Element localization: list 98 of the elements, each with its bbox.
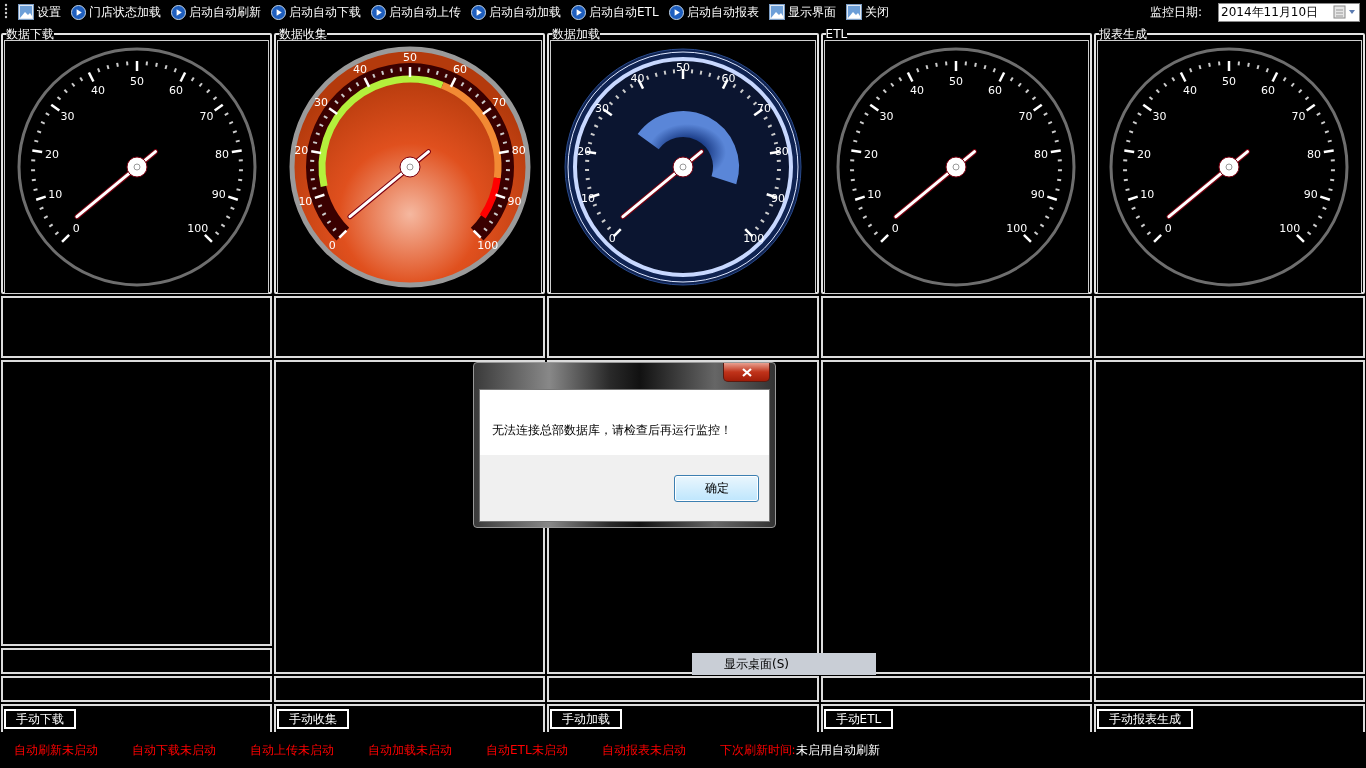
needle-icon [347, 149, 431, 220]
scale-label: 50 [949, 75, 964, 88]
ok-button[interactable]: 确定 [674, 474, 759, 502]
toolbar-button[interactable]: 启动自动下载 [271, 3, 361, 21]
scale-label: 80 [774, 145, 789, 159]
scale-label: 90 [211, 187, 226, 201]
manual-button[interactable]: 手动收集 [277, 709, 350, 729]
scale-label: 60 [168, 84, 183, 98]
grip-icon[interactable] [4, 3, 8, 21]
scale-label: 50 [1222, 75, 1237, 88]
scale-label: 30 [879, 110, 894, 124]
scale-label: 90 [1304, 187, 1319, 201]
scale-label: 40 [352, 63, 367, 76]
toolbar-button[interactable]: 启动自动刷新 [171, 3, 261, 21]
manual-button[interactable]: 手动加载 [550, 709, 623, 729]
scale-label: 0 [891, 221, 899, 235]
needle-icon [74, 149, 158, 220]
play-icon [668, 4, 684, 20]
scale-label: 20 [864, 147, 879, 161]
scale-label: 60 [988, 84, 1003, 98]
scale-label: 30 [60, 110, 74, 124]
play-icon [71, 4, 86, 20]
scale-label: 30 [1152, 110, 1167, 124]
scale-label: 20 [294, 143, 309, 157]
panel-title: ETL [825, 28, 848, 40]
picture-icon [845, 4, 862, 20]
scale-label: 90 [1031, 187, 1045, 201]
scale-label: 50 [402, 51, 417, 64]
toolbar-button[interactable]: 启动自动上传 [371, 3, 461, 21]
scale-label: 50 [676, 61, 690, 74]
panel-title: 数据加载 [552, 28, 601, 40]
scale-label: 80 [1307, 147, 1322, 161]
needle-icon [620, 149, 704, 220]
picture-icon [18, 4, 34, 20]
status-text: 自动加载未启动 [368, 741, 452, 759]
scale-label: 60 [452, 63, 467, 76]
scale-label: 0 [328, 238, 336, 252]
scale-label: 30 [313, 96, 328, 110]
scale-label: 40 [910, 84, 925, 98]
scale-label: 40 [1183, 84, 1198, 98]
scale-label: 40 [90, 84, 105, 98]
toolbar-button[interactable]: 显示界面 [768, 3, 836, 21]
manual-button[interactable]: 手动ETL [823, 709, 894, 729]
dialog-message: 无法连接总部数据库，请检查后再运行监控！ [491, 422, 733, 439]
play-icon [171, 4, 186, 20]
manual-button[interactable]: 手动报表生成 [1096, 709, 1193, 729]
close-icon [741, 367, 752, 377]
scale-label: 20 [44, 147, 59, 161]
status-text: 自动上传未启动 [250, 741, 334, 759]
scale-label: 70 [1291, 110, 1306, 124]
status-text: 自动下载未启动 [132, 741, 216, 759]
panel-title: 报表生成 [1098, 28, 1147, 40]
manual-button[interactable]: 手动下载 [4, 709, 76, 729]
scale-label: 60 [1261, 84, 1276, 98]
scale-label: 50 [129, 75, 144, 88]
close-button[interactable] [723, 363, 770, 382]
scale-label: 10 [867, 187, 882, 201]
scale-label: 40 [630, 71, 645, 85]
scale-label: 100 [1006, 221, 1028, 235]
scale-label: 80 [1034, 147, 1049, 161]
scale-label: 70 [1018, 110, 1033, 124]
scale-label: 100 [1279, 221, 1301, 235]
scale-label: 10 [47, 187, 62, 201]
scale-label: 0 [1165, 221, 1173, 235]
scale-label: 10 [1140, 187, 1155, 201]
picture-icon [768, 4, 785, 20]
date-field[interactable]: 2014年11月10日 [1218, 2, 1360, 22]
scale-label: 20 [1137, 147, 1152, 161]
panel-title: 数据收集 [279, 28, 328, 40]
panel-title: 数据下载 [6, 28, 54, 40]
toolbar-button[interactable]: 启动自动加载 [471, 3, 561, 21]
toolbar-button[interactable]: 设置 [18, 3, 61, 21]
scale-label: 80 [214, 147, 229, 161]
toolbar-button[interactable]: 门店状态加载 [71, 3, 161, 21]
date-label: 监控日期: [1149, 3, 1202, 21]
needle-icon [893, 149, 978, 220]
status-text: 自动刷新未启动 [14, 741, 98, 759]
status-text: 自动报表未启动 [601, 741, 686, 759]
play-icon [371, 4, 386, 20]
scale-label: 0 [608, 231, 616, 245]
scale-label: 0 [72, 221, 80, 235]
play-icon [271, 4, 286, 20]
play-icon [571, 4, 586, 20]
play-icon [471, 4, 486, 20]
toolbar-button[interactable]: 启动自动ETL [571, 3, 659, 21]
scale-label: 70 [491, 96, 506, 110]
toolbar-button[interactable]: 关闭 [845, 3, 889, 21]
scale-label: 90 [507, 195, 522, 208]
toolbar-button[interactable]: 启动自动报表 [668, 3, 759, 21]
status-text: 自动ETL未启动 [486, 741, 568, 759]
scale-label: 10 [298, 195, 313, 208]
calendar-dropdown-icon [1333, 5, 1357, 19]
scale-label: 100 [186, 221, 208, 235]
scale-label: 70 [199, 110, 214, 124]
needle-icon [1166, 149, 1251, 220]
scale-label: 80 [511, 143, 526, 157]
status-text: 下次刷新时间: [719, 741, 796, 759]
menu-item[interactable]: 显示桌面(S) [692, 653, 876, 675]
